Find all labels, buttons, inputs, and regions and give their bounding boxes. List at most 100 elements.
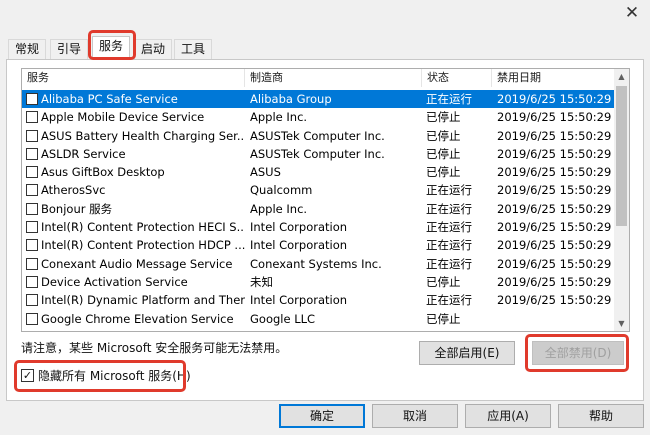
service-vendor: 未知	[250, 274, 273, 289]
service-row[interactable]: Conexant Audio Message Service Conexant S…	[22, 255, 615, 273]
service-checkbox[interactable]	[26, 294, 38, 307]
service-name: ASLDR Service	[41, 146, 126, 161]
service-checkbox[interactable]	[26, 312, 38, 325]
service-disabled-date: 2019/6/25 15:50:29	[497, 238, 612, 253]
column-header-service[interactable]: 服务	[22, 69, 245, 87]
service-status: 已停止	[426, 311, 461, 326]
service-status: 已停止	[426, 165, 461, 180]
service-disabled-date: 2019/6/25 15:50:29	[497, 220, 612, 235]
service-checkbox[interactable]	[26, 111, 38, 124]
service-name: ASUS Battery Health Charging Ser...	[41, 128, 245, 143]
service-status: 已停止	[426, 110, 461, 125]
column-header-status[interactable]: 状态	[422, 69, 492, 87]
hide-ms-services-check[interactable]: ✓	[21, 369, 34, 382]
tab-startup[interactable]: 启动	[134, 39, 173, 59]
service-row[interactable]: Apple Mobile Device Service Apple Inc. 已停止…	[22, 108, 615, 126]
service-row[interactable]: Alibaba PC Safe Service Alibaba Group 正在运行…	[22, 90, 615, 109]
service-checkbox[interactable]	[26, 221, 38, 234]
service-vendor: ASUS	[250, 165, 281, 180]
service-checkbox[interactable]	[26, 93, 38, 105]
service-name: Device Activation Service	[41, 274, 188, 289]
scroll-down-icon[interactable]: ▼	[614, 316, 629, 331]
service-checkbox[interactable]	[26, 129, 38, 142]
service-name: Intel(R) Content Protection HDCP ...	[41, 238, 245, 253]
service-status: 正在运行	[426, 220, 472, 235]
tab-boot[interactable]: 引导	[50, 39, 89, 59]
service-disabled-date: 2019/6/25 15:50:29	[497, 128, 612, 143]
service-checkbox[interactable]	[26, 184, 38, 197]
service-disabled-date: 2019/6/25 15:50:29	[497, 201, 612, 216]
column-header-vendor[interactable]: 制造商	[245, 69, 422, 87]
service-vendor: Google LLC	[250, 311, 316, 326]
service-checkbox[interactable]	[26, 257, 38, 270]
service-row[interactable]: AtherosSvc Qualcomm 正在运行 2019/6/25 15:50:29	[22, 181, 615, 199]
scroll-up-icon[interactable]: ▲	[614, 69, 629, 84]
service-row[interactable]: Intel(R) Content Protection HECI S... Int…	[22, 218, 615, 236]
service-name: Intel(R) Dynamic Platform and Ther...	[41, 293, 245, 308]
service-vendor: Intel Corporation	[250, 238, 348, 253]
tab-tools[interactable]: 工具	[174, 39, 213, 59]
service-vendor: Alibaba Group	[250, 92, 332, 106]
tab-services[interactable]: 服务	[92, 36, 131, 60]
enable-all-button[interactable]: 全部启用(E)	[419, 341, 515, 365]
ok-button[interactable]: 确定	[279, 404, 365, 428]
services-list-header: 服务 制造商 状态 禁用日期	[22, 69, 615, 87]
service-checkbox[interactable]	[26, 166, 38, 179]
service-checkbox[interactable]	[26, 202, 38, 215]
service-vendor: Qualcomm	[250, 183, 313, 198]
service-checkbox[interactable]	[26, 275, 38, 288]
tab-bar: 常规 引导 服务 启动 工具	[0, 36, 650, 60]
service-row[interactable]: ASUS Battery Health Charging Ser... ASUST…	[22, 127, 615, 145]
service-status: 正在运行	[426, 92, 472, 106]
service-row[interactable]: ASLDR Service ASUSTek Computer Inc. 已停止 201…	[22, 145, 615, 163]
service-name: Google Chrome Elevation Service	[41, 311, 234, 326]
service-name: Intel(R) Content Protection HECI S...	[41, 220, 245, 235]
service-checkbox[interactable]	[26, 239, 38, 252]
service-name: Apple Mobile Device Service	[41, 110, 205, 125]
service-status: 正在运行	[426, 293, 472, 308]
security-note: 请注意，某些 Microsoft 安全服务可能无法禁用。	[21, 341, 288, 355]
service-vendor: ASUSTek Computer Inc.	[250, 128, 385, 143]
service-name: Bonjour 服务	[41, 201, 113, 216]
service-row[interactable]: Device Activation Service 未知 已停止 2019/6/25 …	[22, 273, 615, 291]
service-row[interactable]: Intel(R) Content Protection HDCP ... Inte…	[22, 236, 615, 254]
service-row[interactable]: Intel(R) Dynamic Platform and Ther... Int…	[22, 291, 615, 309]
close-button[interactable]: ✕	[620, 2, 644, 24]
vertical-scrollbar[interactable]: ▲ ▼	[614, 69, 629, 331]
help-button[interactable]: 帮助	[558, 404, 644, 428]
column-header-disabled-date[interactable]: 禁用日期	[492, 69, 615, 87]
service-row[interactable]: Bonjour 服务 Apple Inc. 正在运行 2019/6/25 15:50:…	[22, 200, 615, 218]
service-checkbox[interactable]	[26, 147, 38, 160]
service-status: 正在运行	[426, 256, 472, 271]
service-name: Asus GiftBox Desktop	[41, 165, 165, 180]
scrollbar-thumb[interactable]	[616, 86, 627, 226]
hide-ms-services-label: 隐藏所有 Microsoft 服务(H)	[38, 369, 191, 383]
service-row[interactable]: Google Chrome Elevation Service Google LL…	[22, 310, 615, 328]
services-rows: Alibaba PC Safe Service Alibaba Group 正在运行…	[22, 90, 615, 328]
service-vendor: Intel Corporation	[250, 293, 348, 308]
service-disabled-date: 2019/6/25 15:50:29	[497, 183, 612, 198]
apply-button[interactable]: 应用(A)	[465, 404, 551, 428]
disable-all-button[interactable]: 全部禁用(D)	[532, 341, 624, 365]
service-status: 已停止	[426, 274, 461, 289]
service-disabled-date: 2019/6/25 15:50:29	[497, 92, 612, 106]
service-vendor: Intel Corporation	[250, 220, 348, 235]
service-status: 正在运行	[426, 183, 472, 198]
service-name: Conexant Audio Message Service	[41, 256, 233, 271]
service-status: 正在运行	[426, 201, 472, 216]
service-name: AtherosSvc	[41, 183, 106, 198]
service-disabled-date: 2019/6/25 15:50:29	[497, 274, 612, 289]
close-icon: ✕	[624, 3, 640, 23]
service-status: 已停止	[426, 128, 461, 143]
cancel-button[interactable]: 取消	[372, 404, 458, 428]
service-vendor: ASUSTek Computer Inc.	[250, 146, 385, 161]
service-row[interactable]: Asus GiftBox Desktop ASUS 已停止 2019/6/25 15:…	[22, 163, 615, 181]
service-disabled-date: 2019/6/25 15:50:29	[497, 293, 612, 308]
service-disabled-date: 2019/6/25 15:50:29	[497, 165, 612, 180]
tab-general[interactable]: 常规	[8, 39, 47, 59]
service-vendor: Apple Inc.	[250, 110, 308, 125]
service-disabled-date: 2019/6/25 15:50:29	[497, 146, 612, 161]
services-list[interactable]: 服务 制造商 状态 禁用日期 Alibaba PC Safe Service Al…	[21, 68, 630, 332]
service-status: 正在运行	[426, 238, 472, 253]
service-disabled-date: 2019/6/25 15:50:29	[497, 256, 612, 271]
